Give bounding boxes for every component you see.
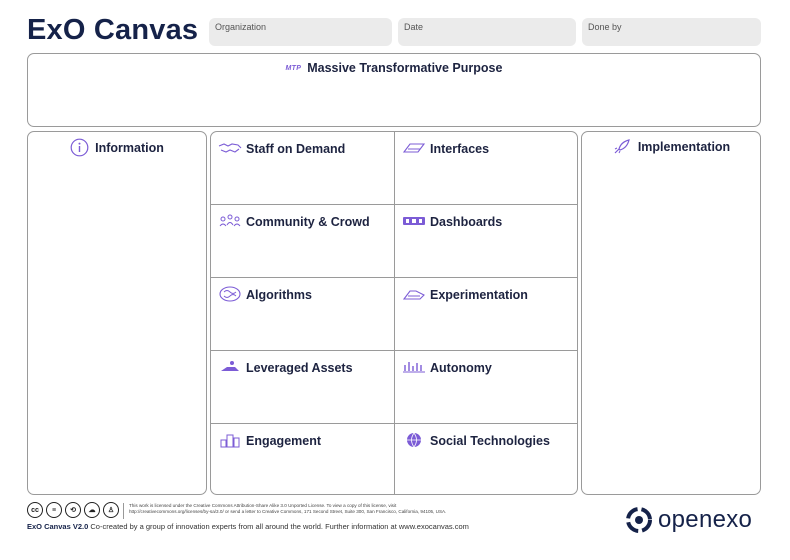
crowd-icon	[218, 213, 242, 229]
assets-icon	[218, 359, 242, 375]
cell-dashboards[interactable]: Dashboards	[395, 205, 577, 278]
mtp-heading: MTP Massive Transformative Purpose	[28, 61, 760, 75]
engagement-label: Engagement	[246, 434, 322, 448]
brand-name: openexo	[658, 506, 753, 533]
handshake-icon	[218, 140, 242, 156]
social-technologies-label: Social Technologies	[430, 434, 550, 448]
canvas-title: ExO Canvas	[27, 14, 199, 46]
cell-engagement[interactable]: Engagement	[211, 424, 395, 494]
funnel-icon	[402, 140, 426, 156]
cell-experimentation[interactable]: Experimentation	[395, 278, 577, 351]
dashboard-icon	[402, 213, 426, 229]
lab-icon	[402, 286, 426, 302]
cc-license-icon: ≡	[46, 502, 62, 518]
openexo-mark-icon	[626, 507, 652, 533]
date-label: Date	[404, 22, 424, 32]
cell-heading: Experimentation	[402, 286, 528, 302]
license-text: This work is licensed under the Creative…	[129, 503, 459, 515]
mtp-label: Massive Transformative Purpose	[307, 61, 503, 75]
dashboards-label: Dashboards	[430, 215, 503, 229]
cell-heading: Dashboards	[402, 213, 502, 229]
organization-label: Organization	[215, 22, 267, 32]
leveraged-assets-label: Leveraged Assets	[246, 361, 353, 375]
cell-heading: Leveraged Assets	[218, 359, 353, 375]
algorithms-label: Algorithms	[246, 288, 312, 302]
license-icons: cc ≡ ⟲ ☁ ♙	[27, 502, 119, 518]
autonomy-icon	[402, 359, 426, 375]
cell-autonomy[interactable]: Autonomy	[395, 351, 577, 424]
mtp-icon: MTP	[285, 65, 302, 72]
trophy-icon	[218, 432, 242, 448]
rocket-icon	[612, 138, 632, 159]
cell-heading: Algorithms	[218, 286, 312, 302]
cc-share-icon: ⟲	[65, 502, 81, 518]
done-by-label: Done by	[588, 22, 622, 32]
autonomy-label: Autonomy	[430, 361, 492, 375]
implementation-heading: Implementation	[582, 138, 760, 159]
staff-on-demand-label: Staff on Demand	[246, 142, 346, 156]
done-by-field[interactable]: Done by	[582, 18, 761, 46]
information-section[interactable]: Information	[27, 131, 207, 495]
information-label: Information	[95, 141, 164, 155]
credit-title: ExO Canvas V2.0	[27, 522, 89, 531]
cell-heading: Interfaces	[402, 140, 489, 156]
cc-attribution-icon: ♙	[103, 502, 119, 518]
date-field[interactable]: Date	[398, 18, 576, 46]
cell-algorithms[interactable]: Algorithms	[211, 278, 395, 351]
brain-icon	[218, 286, 242, 302]
community-crowd-label: Community & Crowd	[246, 215, 370, 229]
license-line-2: http://creativecommons.org/licenses/by-s…	[129, 509, 447, 515]
cc-remix-icon: ☁	[84, 502, 100, 518]
cell-heading: Social Technologies	[402, 432, 550, 448]
implementation-section[interactable]: Implementation	[581, 131, 761, 495]
credit-text: Co-created by a group of innovation expe…	[90, 522, 469, 531]
cell-staff-on-demand[interactable]: Staff on Demand	[211, 132, 395, 205]
organization-field[interactable]: Organization	[209, 18, 392, 46]
interfaces-label: Interfaces	[430, 142, 490, 156]
cell-heading: Engagement	[218, 432, 321, 448]
credit-line: ExO Canvas V2.0 Co-created by a group of…	[27, 522, 469, 531]
information-heading: Information	[28, 138, 206, 160]
footer-divider	[123, 503, 124, 519]
cell-community-crowd[interactable]: Community & Crowd	[211, 205, 395, 278]
experimentation-label: Experimentation	[430, 288, 528, 302]
scale-ideas-grid: Staff on Demand Community & Crowd Algori…	[210, 131, 578, 495]
openexo-logo: openexo	[626, 506, 752, 534]
cell-social-technologies[interactable]: Social Technologies	[395, 424, 577, 494]
mtp-section[interactable]: MTP Massive Transformative Purpose	[27, 53, 761, 127]
cell-heading: Autonomy	[402, 359, 492, 375]
info-icon	[70, 138, 89, 160]
cell-interfaces[interactable]: Interfaces	[395, 132, 577, 205]
cc-icon: cc	[27, 502, 43, 518]
cell-heading: Community & Crowd	[218, 213, 370, 229]
implementation-label: Implementation	[637, 140, 731, 154]
cell-heading: Staff on Demand	[218, 140, 345, 156]
cell-leveraged-assets[interactable]: Leveraged Assets	[211, 351, 395, 424]
globe-icon	[402, 432, 426, 448]
